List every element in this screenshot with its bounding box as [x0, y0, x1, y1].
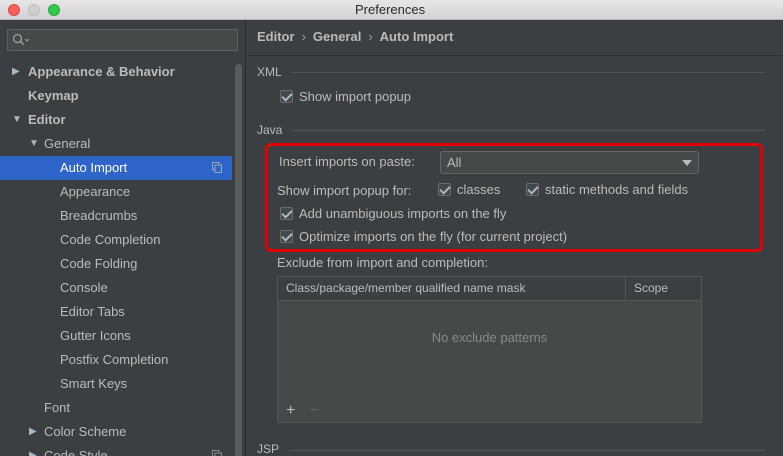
- checkbox-checked[interactable]: [280, 90, 293, 103]
- chevron-down-icon[interactable]: ▼: [12, 108, 22, 132]
- show-import-popup-xml-checkbox[interactable]: Show import popup: [280, 87, 411, 107]
- sidebar-item-appearance[interactable]: Appearance: [0, 180, 232, 204]
- chevron-right-icon[interactable]: ▶: [29, 444, 37, 456]
- empty-table-text: No exclude patterns: [431, 330, 548, 345]
- sidebar-item-appearance-behavior[interactable]: ▶ Appearance & Behavior: [0, 60, 232, 84]
- title-bar: Preferences: [0, 0, 783, 20]
- xml-group-title: XML: [257, 65, 282, 79]
- checkbox-label: Show import popup: [299, 89, 412, 104]
- sidebar-item-gutter-icons[interactable]: Gutter Icons: [0, 324, 232, 348]
- project-settings-icon: [212, 450, 222, 456]
- table-header: Class/package/member qualified name mask…: [278, 277, 701, 301]
- sidebar-item-label: Appearance & Behavior: [28, 64, 175, 79]
- exclude-label: Exclude from import and completion:: [277, 255, 488, 270]
- project-settings-icon: [212, 162, 222, 173]
- column-divider: [625, 277, 626, 301]
- sidebar-item-breadcrumbs[interactable]: Breadcrumbs: [0, 204, 232, 228]
- chevron-down-icon[interactable]: ▼: [29, 132, 39, 156]
- sidebar-item-label: Editor: [28, 112, 66, 127]
- settings-sidebar: ▶ Appearance & Behavior Keymap ▼ Editor …: [0, 20, 246, 456]
- sidebar-item-label: Font: [44, 400, 71, 415]
- settings-tree: ▶ Appearance & Behavior Keymap ▼ Editor …: [0, 60, 232, 456]
- sidebar-item-auto-import[interactable]: Auto Import: [0, 156, 232, 180]
- sidebar-item-code-style[interactable]: ▶ Code Style: [0, 444, 232, 456]
- window-title: Preferences: [355, 2, 426, 17]
- sidebar-item-font[interactable]: Font: [0, 396, 232, 420]
- search-icon: [12, 33, 30, 46]
- sidebar-item-label: Editor Tabs: [60, 304, 125, 319]
- sidebar-item-label: Postfix Completion: [60, 352, 169, 367]
- highlight-annotation: [265, 143, 763, 252]
- java-group-title: Java: [257, 123, 283, 137]
- header-divider: [247, 55, 783, 56]
- breadcrumb-separator: ›: [368, 29, 373, 44]
- sidebar-item-label: General: [44, 136, 91, 151]
- sidebar-item-smart-keys[interactable]: Smart Keys: [0, 372, 232, 396]
- sidebar-item-label: Gutter Icons: [60, 328, 131, 343]
- breadcrumb-auto-import: Auto Import: [379, 29, 454, 44]
- sidebar-item-label: Smart Keys: [60, 376, 128, 391]
- remove-icon[interactable]: −: [310, 403, 319, 419]
- jsp-group-title: JSP: [257, 442, 280, 456]
- jsp-group-divider: [289, 450, 765, 451]
- sidebar-item-code-folding[interactable]: Code Folding: [0, 252, 232, 276]
- sidebar-item-label: Color Scheme: [44, 424, 127, 439]
- add-icon[interactable]: +: [286, 403, 295, 419]
- sidebar-item-editor[interactable]: ▼ Editor: [0, 108, 232, 132]
- sidebar-item-label: Auto Import: [60, 160, 128, 175]
- chevron-right-icon[interactable]: ▶: [12, 60, 20, 84]
- breadcrumb-general[interactable]: General: [313, 29, 361, 44]
- xml-group-divider: [291, 72, 765, 73]
- sidebar-item-label: Code Style: [44, 448, 108, 456]
- sidebar-item-label: Appearance: [60, 184, 131, 199]
- search-input[interactable]: [7, 29, 238, 51]
- sidebar-item-label: Code Folding: [60, 256, 138, 271]
- sidebar-item-label: Console: [60, 280, 108, 295]
- sidebar-item-general[interactable]: ▼ General: [0, 132, 232, 156]
- sidebar-item-editor-tabs[interactable]: Editor Tabs: [0, 300, 232, 324]
- sidebar-item-color-scheme[interactable]: ▶ Color Scheme: [0, 420, 232, 444]
- chevron-right-icon[interactable]: ▶: [29, 420, 37, 444]
- sidebar-item-keymap[interactable]: Keymap: [0, 84, 232, 108]
- exclude-patterns-table[interactable]: Class/package/member qualified name mask…: [277, 276, 702, 423]
- breadcrumb-separator: ›: [301, 29, 306, 44]
- sidebar-item-postfix-completion[interactable]: Postfix Completion: [0, 348, 232, 372]
- breadcrumb-editor[interactable]: Editor: [257, 29, 295, 44]
- column-header-scope[interactable]: Scope: [634, 281, 668, 295]
- sidebar-item-label: Keymap: [28, 88, 79, 103]
- column-header-mask[interactable]: Class/package/member qualified name mask: [286, 281, 525, 295]
- sidebar-scrollbar[interactable]: [235, 64, 242, 456]
- java-group-divider: [293, 130, 765, 131]
- breadcrumb: Editor › General › Auto Import: [257, 29, 453, 44]
- sidebar-item-code-completion[interactable]: Code Completion: [0, 228, 232, 252]
- sidebar-item-console[interactable]: Console: [0, 276, 232, 300]
- settings-content: Editor › General › Auto Import XML Show impo…: [247, 20, 783, 456]
- sidebar-item-label: Breadcrumbs: [60, 208, 138, 223]
- sidebar-item-label: Code Completion: [60, 232, 161, 247]
